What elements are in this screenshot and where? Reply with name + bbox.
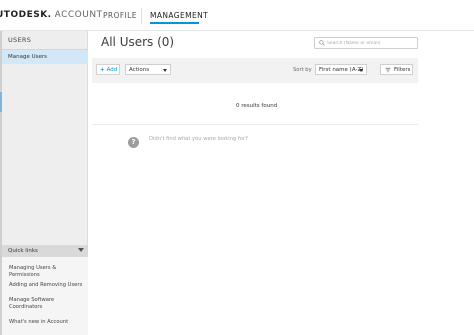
sort-dropdown[interactable]: First name (A-Z) (315, 64, 367, 75)
quick-link-whats-new[interactable]: What's new in Account (9, 319, 87, 326)
search-icon (319, 40, 325, 46)
results-count: 0 results found (236, 103, 278, 109)
sidebar-title: USERS (8, 36, 32, 44)
tab-management[interactable]: MANAGEMENT (150, 11, 208, 20)
caret-down-icon (359, 69, 363, 72)
quick-link-managing-users[interactable]: Managing Users & Permissions (9, 265, 87, 279)
actions-dropdown[interactable]: Actions (125, 64, 171, 75)
actions-label: Actions (129, 67, 150, 73)
quick-links-label: Quick links (8, 248, 38, 254)
results-divider (92, 124, 418, 125)
filters-button[interactable]: Filters (380, 64, 413, 75)
quick-links-list: Managing Users & Permissions Adding and … (2, 257, 88, 335)
sidebar-item-manage-users[interactable]: Manage Users (2, 50, 88, 64)
brand-name: UTODESK. (0, 10, 52, 20)
chevron-down-icon (78, 248, 84, 252)
sidebar-scroll-marker (0, 92, 2, 112)
header-divider (141, 8, 142, 24)
top-header: UTODESK. ACCOUNT PROFILE MANAGEMENT (0, 0, 474, 31)
quick-link-adding-removing-users[interactable]: Adding and Removing Users (9, 282, 87, 289)
page-title: All Users (0) (101, 35, 175, 49)
brand-sub: ACCOUNT (54, 10, 103, 20)
search-input[interactable] (327, 38, 415, 48)
filters-label: Filters (394, 67, 411, 73)
sort-value: First name (A-Z) (319, 67, 364, 73)
plus-icon: + (100, 67, 105, 73)
help-question-icon[interactable]: ? (128, 137, 139, 148)
search-box[interactable] (314, 37, 418, 49)
tab-profile[interactable]: PROFILE (103, 11, 137, 20)
add-user-button[interactable]: + Add (96, 64, 120, 75)
users-toolbar: + Add Actions Sort by First name (A-Z) Fi… (92, 58, 418, 83)
sort-by-label: Sort by (293, 67, 312, 73)
add-label: Add (106, 67, 118, 73)
autodesk-account-logo[interactable]: UTODESK. ACCOUNT (0, 10, 103, 20)
active-tab-indicator (150, 22, 199, 24)
quick-links-header[interactable]: Quick links (2, 245, 88, 257)
caret-down-icon (163, 69, 167, 72)
filter-icon (385, 67, 391, 73)
help-link[interactable]: Didn't find what you were looking for? (149, 136, 248, 142)
quick-link-software-coordinators[interactable]: Manage Software Coordinators (9, 297, 87, 311)
